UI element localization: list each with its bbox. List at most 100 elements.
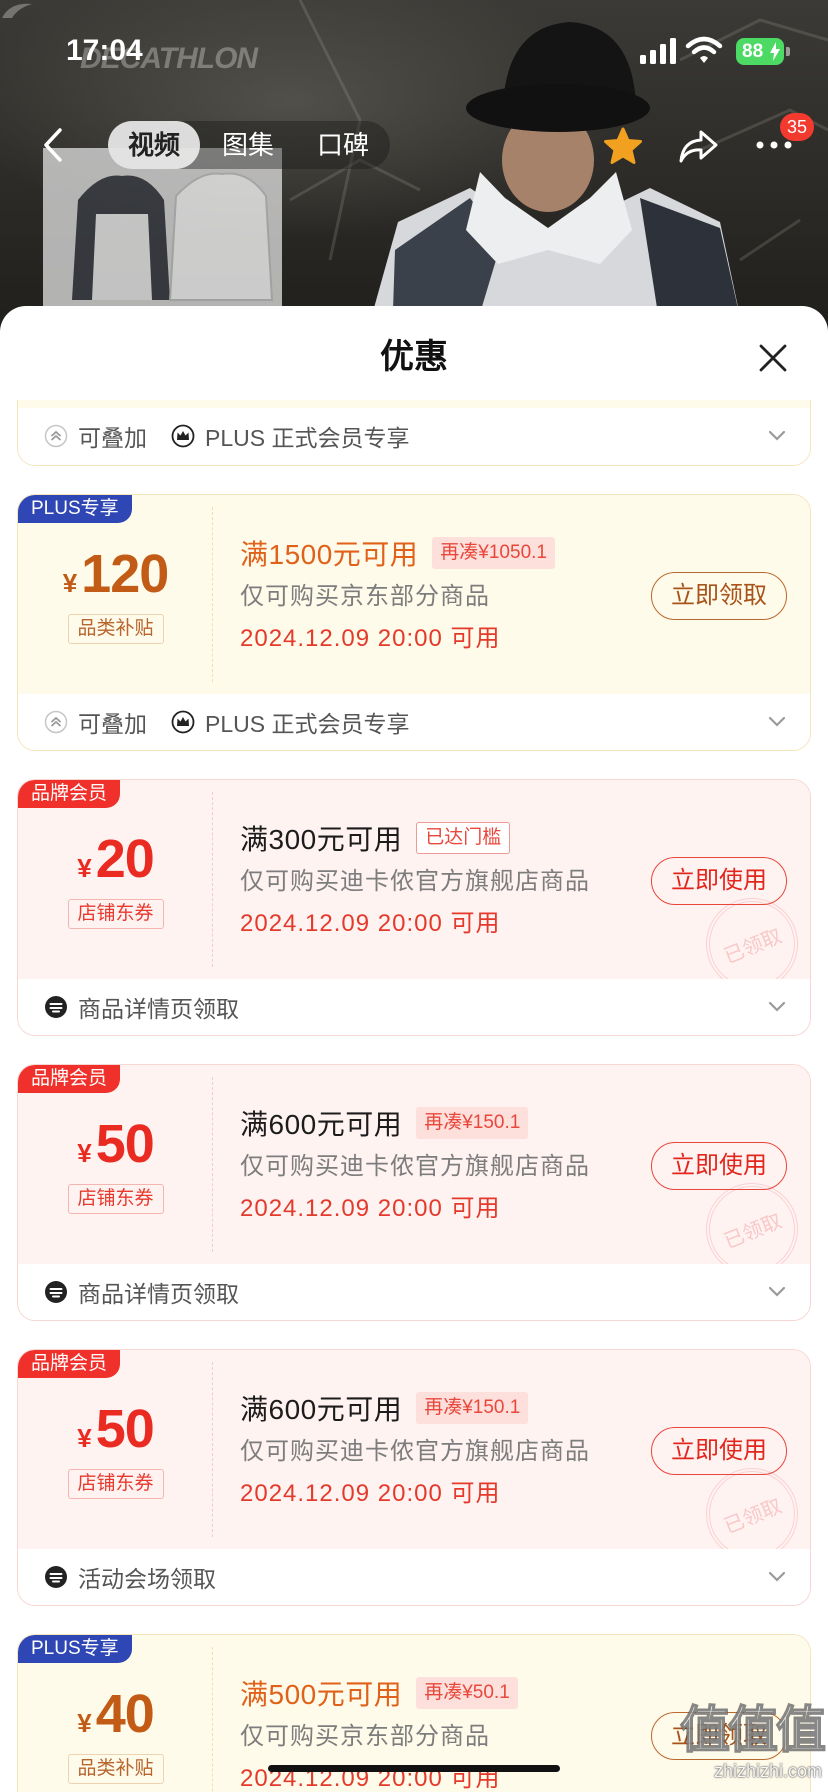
coupon-condition-row: 满300元可用 已达门槛 — [240, 820, 511, 856]
product-thumbnail — [43, 148, 282, 328]
coupon-footer[interactable]: 商品详情页领取 — [18, 1264, 810, 1320]
amount-value: 50 — [95, 1114, 155, 1174]
currency-symbol: ¥ — [77, 853, 92, 883]
coupon-type-tag: 品牌会员 — [18, 1065, 121, 1093]
coupon-footer[interactable]: 可叠加 PLUS 正式会员专享 — [18, 408, 810, 464]
chevron-down-icon — [768, 1286, 786, 1297]
coupon-detail-section: 满600元可用 再凑¥150.1 仅可购买迪卡侬官方旗舰店商品 2024.12.… — [213, 1065, 810, 1264]
battery-indicator: 88 — [736, 38, 784, 65]
use-now-button[interactable]: 立即使用 — [651, 857, 787, 905]
close-icon[interactable] — [757, 342, 789, 374]
currency-symbol: ¥ — [77, 1138, 92, 1168]
amount-value: 50 — [95, 1399, 155, 1459]
coupon-category: 店铺东券 — [67, 1469, 164, 1499]
coupon-category: 品类补贴 — [67, 614, 164, 644]
coupon-main: 品牌会员 ¥20 店铺东券 满300元可用 已达门槛 仅可购买迪卡侬官方旗舰店商… — [18, 780, 810, 979]
chevron-left-icon[interactable] — [38, 124, 70, 166]
coupon-category: 品类补贴 — [67, 1754, 164, 1784]
footer-tag-label: 活动会场领取 — [78, 1566, 216, 1592]
footer-tag: 活动会场领取 — [44, 1560, 216, 1594]
coupon-card: 品牌会员 ¥50 店铺东券 满600元可用 再凑¥150.1 仅可购买迪卡侬官方… — [17, 1349, 811, 1606]
chevron-down-icon — [768, 716, 786, 727]
coupon-scope: 仅可购买迪卡侬官方旗舰店商品 — [240, 1438, 590, 1465]
coupon-condition: 满300元可用 — [240, 824, 403, 855]
coupon-footer[interactable]: 商品详情页领取 — [18, 979, 810, 1035]
coupon-type-tag: 品牌会员 — [18, 780, 121, 808]
chevron-down-icon — [768, 1001, 786, 1012]
claim-button[interactable]: 立即领取 — [651, 572, 787, 620]
coupon-amount: ¥120 — [18, 543, 213, 619]
coupon-amount: ¥40 — [18, 1683, 213, 1759]
coupon-condition-row: 满500元可用 再凑¥50.1 — [240, 1675, 518, 1711]
coupon-amount: ¥50 — [18, 1113, 213, 1189]
coupon-footer[interactable]: 活动会场领取 — [18, 1549, 810, 1605]
threshold-met-badge: 已达门槛 — [416, 822, 511, 854]
footer-tag-label: 商品详情页领取 — [78, 1281, 239, 1307]
coupon-detail-section: 满1500元可用 再凑¥1050.1 仅可购买京东部分商品 2024.12.09… — [213, 495, 810, 694]
chevron-down-icon — [768, 430, 786, 441]
status-time: 17:04 — [66, 34, 143, 67]
coupon-valid-time: 2024.12.09 20:00 可用 — [240, 1195, 501, 1222]
coupon-main: PLUS专享 ¥120 品类补贴 满1500元可用 再凑¥1050.1 仅可购买… — [18, 495, 810, 694]
sheet-title: 优惠 — [380, 338, 448, 376]
stackable-icon — [44, 710, 68, 734]
tab-gallery[interactable]: 图集 — [200, 121, 296, 169]
coupon-condition-row: 满600元可用 再凑¥150.1 — [240, 1390, 529, 1426]
battery-level: 88 — [742, 41, 764, 62]
coupon-value-section: 品牌会员 ¥20 店铺东券 — [18, 780, 213, 979]
coupon-value-section: PLUS专享 ¥120 品类补贴 — [18, 495, 213, 694]
coupon-category: 店铺东券 — [67, 899, 164, 929]
coupon-amount: ¥50 — [18, 1398, 213, 1474]
footer-tag-label: PLUS 正式会员专享 — [205, 711, 410, 737]
star-icon[interactable] — [603, 126, 643, 166]
coupon-footer[interactable]: 可叠加 PLUS 正式会员专享 — [18, 694, 810, 750]
coupon-detail-section: 满600元可用 再凑¥150.1 仅可购买迪卡侬官方旗舰店商品 2024.12.… — [213, 1350, 810, 1549]
currency-symbol: ¥ — [77, 1708, 92, 1738]
coupon-value-section: PLUS专享 ¥40 品类补贴 — [18, 1635, 213, 1792]
footer-tag-label: 商品详情页领取 — [78, 996, 239, 1022]
currency-symbol: ¥ — [77, 1423, 92, 1453]
media-tabs: 视频 图集 口碑 — [108, 121, 390, 169]
coupon-valid-time: 2024.12.09 20:00 可用 — [240, 910, 501, 937]
tab-reviews[interactable]: 口碑 — [296, 121, 390, 169]
coupon-list[interactable]: 可叠加 PLUS 正式会员专享 PLUS专享 ¥120 品类补贴 满1500元可… — [0, 400, 828, 1792]
coupon-scope: 仅可购买迪卡侬官方旗舰店商品 — [240, 1153, 590, 1180]
coupon-card: 品牌会员 ¥50 店铺东券 满600元可用 再凑¥150.1 仅可购买迪卡侬官方… — [17, 1064, 811, 1321]
brand-logo-mark-icon — [2, 3, 32, 18]
use-now-button[interactable]: 立即使用 — [651, 1142, 787, 1190]
amount-value: 40 — [95, 1684, 155, 1744]
footer-tag: 商品详情页领取 — [44, 1275, 239, 1309]
footer-tag-label: PLUS 正式会员专享 — [205, 425, 410, 451]
message-count-badge: 35 — [780, 113, 814, 141]
footer-tag-label: 可叠加 — [78, 711, 147, 737]
coupon-card-partial: 可叠加 PLUS 正式会员专享 — [17, 400, 811, 466]
watermark-site: zhizhizhi.com — [713, 1761, 822, 1781]
coupon-condition-row: 满600元可用 再凑¥150.1 — [240, 1105, 529, 1141]
coupon-valid-time: 2024.12.09 20:00 可用 — [240, 1480, 501, 1507]
coupon-sheet: 优惠 可叠加 PLUS 正式会员专享 PLUS专享 ¥120 品类补贴 满150… — [0, 306, 828, 1792]
footer-tag-label: 可叠加 — [78, 425, 147, 451]
coupon-amount: ¥20 — [18, 828, 213, 904]
coupon-card: 品牌会员 ¥20 店铺东券 满300元可用 已达门槛 仅可购买迪卡侬官方旗舰店商… — [17, 779, 811, 1036]
coupon-gap-badge: 再凑¥1050.1 — [432, 537, 555, 569]
jd-logo-icon — [45, 1281, 67, 1303]
use-now-button[interactable]: 立即使用 — [651, 1427, 787, 1475]
footer-tag: 可叠加 — [44, 705, 147, 739]
signal-icon — [640, 38, 676, 64]
amount-value: 120 — [81, 544, 169, 604]
coupon-scope: 仅可购买京东部分商品 — [240, 583, 490, 610]
watermark-logo: 值值值 — [679, 1701, 827, 1759]
share-icon[interactable] — [677, 127, 719, 165]
coupon-scope: 仅可购买京东部分商品 — [240, 1723, 490, 1750]
footer-tag: PLUS 正式会员专享 — [171, 419, 409, 453]
tab-video[interactable]: 视频 — [108, 121, 200, 169]
coupon-scope: 仅可购买迪卡侬官方旗舰店商品 — [240, 868, 590, 895]
footer-tag: PLUS 正式会员专享 — [171, 705, 409, 739]
coupon-category: 店铺东券 — [67, 1184, 164, 1214]
jd-logo-icon — [45, 996, 67, 1018]
coupon-condition: 满500元可用 — [240, 1679, 403, 1710]
coupon-value-section: 品牌会员 ¥50 店铺东券 — [18, 1065, 213, 1264]
coupon-gap-badge: 再凑¥150.1 — [416, 1392, 529, 1424]
home-indicator[interactable] — [268, 1765, 560, 1772]
coupon-condition: 满600元可用 — [240, 1394, 403, 1425]
